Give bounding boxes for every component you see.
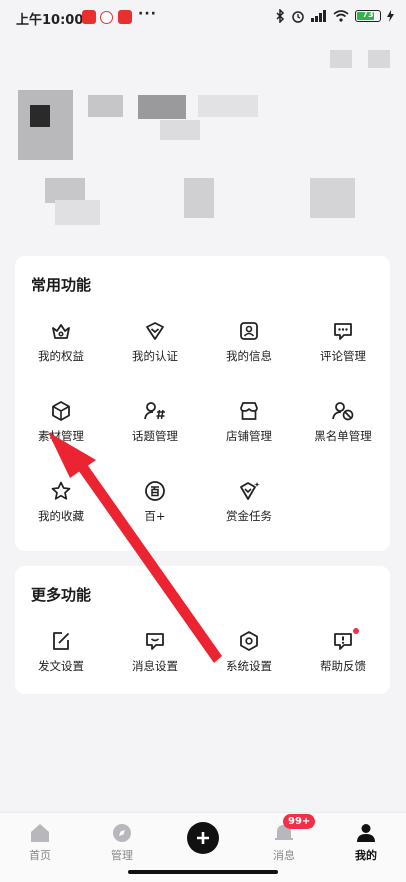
- compass-icon: [113, 824, 131, 842]
- create-post-button[interactable]: [187, 822, 219, 854]
- section-title: 更多功能: [31, 586, 92, 604]
- user-icon: [357, 824, 375, 842]
- section-title: 常用功能: [31, 276, 92, 294]
- messages-badge: 99+: [283, 814, 316, 829]
- home-indicator: [128, 870, 278, 874]
- comment-icon: [334, 323, 352, 340]
- signal-icon: [311, 10, 326, 22]
- battery-icon: 73: [355, 10, 381, 22]
- more-functions-card: 更多功能 发文设置 消息设置 系统设置 帮助反馈: [15, 566, 390, 694]
- bluetooth-icon: [276, 9, 285, 23]
- edit-icon: [53, 632, 70, 650]
- shield-check-icon: [146, 322, 164, 340]
- status-time: 上午10:00: [16, 13, 84, 28]
- tab-messages[interactable]: 消息: [254, 823, 314, 863]
- feedback-icon: [334, 633, 352, 650]
- app-notification-icon: [82, 10, 96, 24]
- charging-icon: [387, 10, 394, 22]
- plus-icon: [197, 832, 209, 844]
- menu-item-shop-management[interactable]: 店铺管理: [203, 400, 295, 444]
- new-notification-dot: [353, 628, 359, 634]
- bounty-icon: [240, 482, 260, 500]
- tab-home[interactable]: 首页: [10, 823, 70, 863]
- blocked-user-icon: [332, 402, 354, 421]
- menu-item-bounty-tasks[interactable]: 赏金任务: [203, 480, 295, 524]
- common-functions-card: 常用功能 我的权益 我的认证 我的信息 评论管理 素材管理 话题管理 店铺管理 …: [15, 256, 390, 551]
- menu-item-message-settings[interactable]: 消息设置: [109, 630, 201, 674]
- home-icon: [31, 824, 49, 842]
- menu-item-my-info[interactable]: 我的信息: [203, 320, 295, 364]
- tab-mine[interactable]: 我的: [336, 823, 396, 863]
- status-indicators: 73: [275, 9, 394, 23]
- settings-icon: [240, 631, 258, 651]
- bai-icon: [145, 481, 165, 501]
- topic-icon: [144, 402, 165, 420]
- menu-item-blacklist-management[interactable]: 黑名单管理: [297, 400, 389, 444]
- more-notifications-icon: ···: [138, 6, 157, 22]
- profile-header-obscured[interactable]: [0, 40, 406, 240]
- menu-item-bai-plus[interactable]: 百+: [109, 480, 201, 524]
- menu-item-post-settings[interactable]: 发文设置: [15, 630, 107, 674]
- star-icon: [51, 481, 71, 500]
- menu-item-system-settings[interactable]: 系统设置: [203, 630, 295, 674]
- alarm-icon: [292, 11, 304, 23]
- id-card-icon: [240, 322, 258, 340]
- tab-manage[interactable]: 管理: [92, 823, 152, 863]
- menu-item-my-favorites[interactable]: 我的收藏: [15, 480, 107, 524]
- cube-icon: [52, 401, 70, 421]
- crown-box-icon: [52, 324, 70, 339]
- status-bar: 上午10:00 ··· 73: [0, 0, 406, 34]
- menu-item-comment-management[interactable]: 评论管理: [297, 320, 389, 364]
- app-notification-icon: [118, 10, 132, 24]
- menu-item-help-feedback[interactable]: 帮助反馈: [297, 628, 389, 674]
- menu-item-my-benefits[interactable]: 我的权益: [15, 320, 107, 364]
- app-notification-icon: [100, 11, 113, 24]
- message-icon: [146, 633, 164, 650]
- wifi-icon: [333, 10, 349, 22]
- menu-item-my-certification[interactable]: 我的认证: [109, 320, 201, 364]
- menu-item-material-management[interactable]: 素材管理: [15, 400, 107, 444]
- shop-icon: [240, 402, 258, 420]
- menu-item-topic-management[interactable]: 话题管理: [109, 400, 201, 444]
